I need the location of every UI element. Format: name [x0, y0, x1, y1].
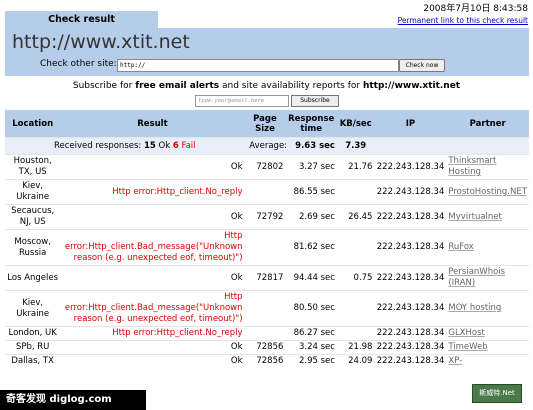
table-row: Dallas, TX Ok 72856 2.95 sec 24.09 222.243.12…: [5, 354, 529, 368]
ip-cell: 222.243.128.34: [374, 204, 447, 230]
page-size-cell: 72817: [244, 265, 286, 291]
response-time-cell: 86.55 sec: [285, 179, 337, 205]
header-panel: http://www.xtit.net Check other site: ht…: [5, 28, 529, 76]
table-row: Secaucus, NJ, US Ok 72792 2.69 sec 26.45 222.…: [5, 204, 529, 230]
response-time-cell: 3.24 sec: [285, 340, 337, 355]
location-cell: Houston, TX, US: [5, 154, 61, 180]
column-header: KB/sec: [336, 110, 375, 138]
page-size-cell: [244, 290, 286, 327]
timestamp-block: 2008年7月10日 8:43:58 Permanent link to thi…: [398, 4, 528, 26]
kb-sec-cell: [336, 290, 375, 327]
kb-sec-cell: [336, 326, 375, 341]
page-size-cell: 72792: [244, 204, 286, 230]
partner-link[interactable]: RuFox: [446, 229, 529, 266]
response-time-cell: 2.69 sec: [285, 204, 337, 230]
result-cell: Ok: [60, 265, 245, 291]
page-size-cell: 72802: [244, 154, 286, 180]
site-badge: 斯威特.Net: [472, 384, 522, 403]
kb-sec-cell: 21.98: [336, 340, 375, 355]
page-title: http://www.xtit.net: [12, 31, 190, 53]
location-cell: Moscow, Russia: [5, 229, 61, 266]
table-row: Houston, TX, US Ok 72802 3.27 sec 21.76 222.2…: [5, 154, 529, 180]
subscribe-text: Subscribe for free email alerts and site…: [72, 81, 461, 91]
kb-sec-cell: [336, 229, 375, 266]
location-cell: SPb, RU: [5, 340, 61, 355]
response-time-cell: 2.95 sec: [285, 354, 337, 368]
ip-cell: 222.243.128.34: [374, 290, 447, 327]
ip-cell: 222.243.128.34: [374, 340, 447, 355]
result-cell: Http error:Http_client.Bad_message("Unkn…: [60, 290, 245, 327]
partner-link[interactable]: XP-: [446, 354, 529, 368]
location-cell: Dallas, TX: [5, 354, 61, 368]
partner-link[interactable]: PersianWhois (IRAN): [446, 265, 529, 291]
location-cell: Kiev, Ukraine: [5, 290, 61, 327]
page-size-cell: [244, 179, 286, 205]
column-header: Location: [5, 110, 61, 138]
page-size-cell: [244, 229, 286, 266]
kb-sec-cell: [336, 179, 375, 205]
ip-cell: 222.243.128.34: [374, 179, 447, 205]
result-cell: Ok: [60, 354, 245, 368]
results-table: Location Result Page Size Response time KB/s…: [5, 110, 529, 368]
check-other-input[interactable]: http://: [117, 59, 399, 72]
kb-sec-cell: 0.75: [336, 265, 375, 291]
email-field[interactable]: type.your@email.here: [195, 95, 289, 107]
location-cell: Kiev, Ukraine: [5, 179, 61, 205]
response-time-cell: 81.62 sec: [285, 229, 337, 266]
result-cell: Http error:Http_client.No_reply: [60, 326, 245, 341]
result-cell: Http error:Http_client.No_reply: [60, 179, 245, 205]
partner-link[interactable]: TimeWeb: [446, 340, 529, 355]
partner-link[interactable]: Thinksmart Hosting: [446, 154, 529, 180]
column-header: IP: [374, 110, 447, 138]
table-row: Kiev, Ukraine Http error:Http_client.No_r…: [5, 179, 529, 205]
column-header: Page Size: [244, 110, 286, 138]
result-cell: Http error:Http_client.Bad_message("Unkn…: [60, 229, 245, 266]
watermark-footer: 奇客发现 diglog.com: [0, 390, 146, 410]
kb-sec-cell: 21.76: [336, 154, 375, 180]
response-time-cell: 94.44 sec: [285, 265, 337, 291]
column-header: Partner: [446, 110, 529, 138]
permalink-link[interactable]: Permanent link to this check result: [398, 15, 528, 26]
ip-cell: 222.243.128.34: [374, 354, 447, 368]
table-row: Moscow, Russia Http error:Http_client.Bad…: [5, 229, 529, 266]
table-row: SPb, RU Ok 72856 3.24 sec 21.98 222.243.128.3…: [5, 340, 529, 355]
tab-check-result[interactable]: Check result: [5, 11, 158, 28]
column-header: Result: [60, 110, 245, 138]
page-size-cell: [244, 326, 286, 341]
timestamp: 2008年7月10日 8:43:58: [423, 4, 528, 14]
partner-link[interactable]: MOY hosting: [446, 290, 529, 327]
page-size-cell: 72856: [244, 340, 286, 355]
result-cell: Ok: [60, 340, 245, 355]
kb-sec-cell: 24.09: [336, 354, 375, 368]
ip-cell: 222.243.128.34: [374, 229, 447, 266]
kb-sec-cell: 26.45: [336, 204, 375, 230]
ip-cell: 222.243.128.34: [374, 326, 447, 341]
table-row: London, UK Http error:Http_client.No_repl…: [5, 326, 529, 341]
location-cell: Secaucus, NJ, US: [5, 204, 61, 230]
result-cell: Ok: [60, 204, 245, 230]
response-time-cell: 86.27 sec: [285, 326, 337, 341]
response-time-cell: 3.27 sec: [285, 154, 337, 180]
ip-cell: 222.243.128.34: [374, 265, 447, 291]
location-cell: Los Angeles: [5, 265, 61, 291]
check-now-button[interactable]: Check now: [399, 59, 445, 72]
subscribe-button[interactable]: Subscribe: [291, 95, 339, 107]
result-cell: Ok: [60, 154, 245, 180]
table-row: Kiev, Ukraine Http error:Http_client.Bad_…: [5, 290, 529, 327]
response-time-cell: 80.50 sec: [285, 290, 337, 327]
partner-link[interactable]: GLXHost: [446, 326, 529, 341]
table-header: Location Result Page Size Response time KB/s…: [5, 110, 529, 138]
page-size-cell: 72856: [244, 354, 286, 368]
column-header: Response time: [285, 110, 337, 138]
ip-cell: 222.243.128.34: [374, 154, 447, 180]
location-cell: London, UK: [5, 326, 61, 341]
partner-link[interactable]: ProstoHosting.NET: [446, 179, 529, 205]
check-other-label: Check other site:: [40, 59, 117, 69]
summary-row: Received responses: 15 Ok 6 Fail Average…: [5, 137, 529, 155]
partner-link[interactable]: Myvirtualnet: [446, 204, 529, 230]
table-row: Los Angeles Ok 72817 94.44 sec 0.75 222.243.1…: [5, 265, 529, 291]
